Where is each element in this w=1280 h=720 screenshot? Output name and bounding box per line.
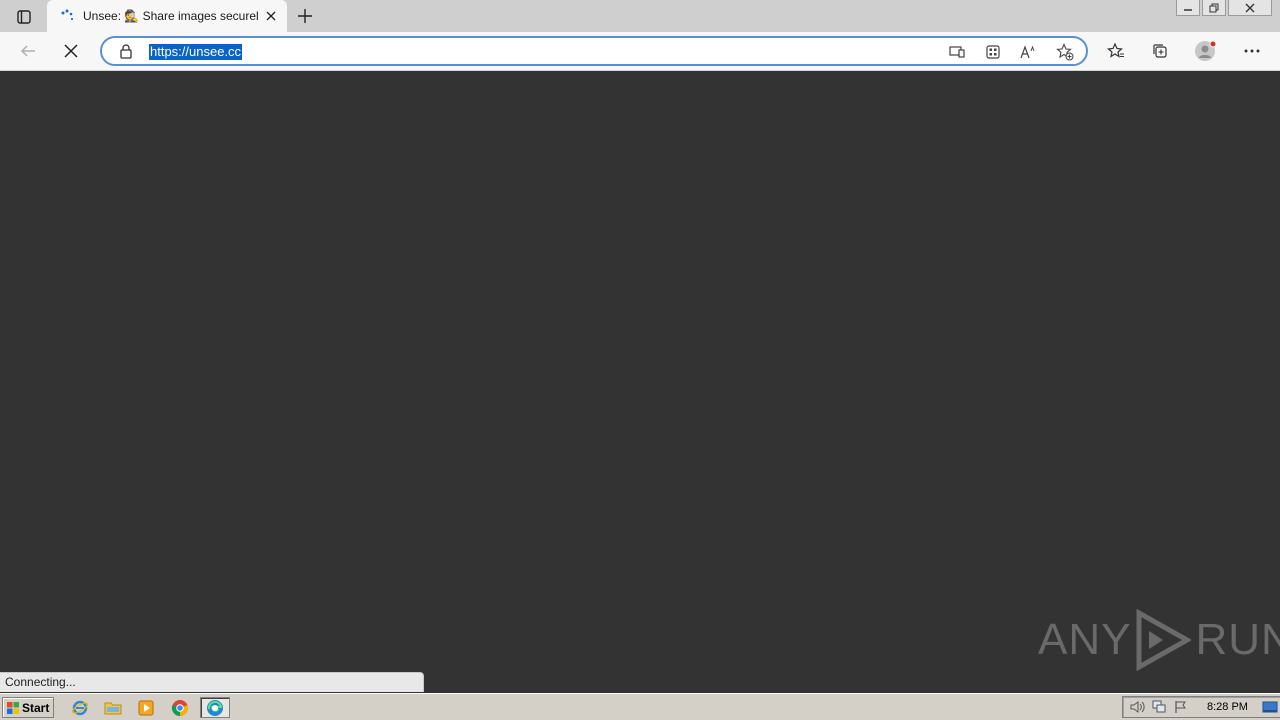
network-icon[interactable]: [1151, 699, 1167, 715]
media-player-icon: [138, 700, 154, 715]
internet-explorer-icon: [71, 700, 89, 715]
folder-icon: [104, 702, 122, 714]
close-window-button[interactable]: [1228, 0, 1272, 16]
minimize-icon: [1184, 8, 1192, 11]
lock-icon: [120, 44, 132, 59]
browser-tab[interactable]: Unsee: 🕵 Share images securely: [47, 0, 287, 32]
back-arrow-icon: [20, 45, 35, 57]
address-bar[interactable]: https://unsee.cc: [100, 36, 1088, 66]
settings-more-button[interactable]: [1237, 36, 1267, 66]
anyrun-watermark: ANY RUN: [1038, 608, 1280, 672]
close-icon: [1245, 3, 1255, 12]
plus-icon: [298, 9, 312, 23]
new-tab-button[interactable]: [292, 4, 318, 28]
edge-icon: [207, 699, 223, 716]
taskbar-chrome[interactable]: [168, 697, 192, 718]
favorites-button[interactable]: [1101, 36, 1131, 66]
status-bar: Connecting...: [0, 672, 424, 692]
chrome-icon: [171, 699, 189, 716]
more-icon: [1244, 49, 1260, 53]
read-aloud-icon[interactable]: [1020, 43, 1038, 61]
collections-icon: [1153, 44, 1167, 58]
restore-icon: [1209, 3, 1219, 12]
windows-logo-icon: [7, 701, 19, 714]
extensions-grid-icon[interactable]: [984, 43, 1002, 61]
taskbar-edge[interactable]: [200, 697, 230, 718]
window-controls: [1176, 0, 1272, 18]
stop-icon: [64, 44, 78, 58]
minimize-button[interactable]: [1176, 0, 1200, 16]
favorites-icon: [1107, 43, 1124, 58]
tab-strip: Unsee: 🕵 Share images securely: [0, 0, 1280, 32]
show-desktop-icon[interactable]: [1262, 699, 1278, 715]
taskbar-internet-explorer[interactable]: [68, 697, 92, 718]
watermark-text-left: ANY: [1038, 615, 1132, 664]
loading-spinner-icon: [59, 8, 75, 24]
start-button[interactable]: Start: [2, 697, 54, 718]
url-text[interactable]: https://unsee.cc: [149, 44, 243, 60]
back-button[interactable]: [13, 36, 43, 66]
app-available-icon[interactable]: [948, 43, 966, 61]
stop-loading-button[interactable]: [56, 36, 86, 66]
action-center-flag-icon[interactable]: [1173, 699, 1189, 715]
profile-button[interactable]: [1191, 36, 1221, 66]
tab-actions-icon: [17, 10, 31, 24]
taskbar-media-player[interactable]: [134, 697, 158, 718]
volume-icon[interactable]: [1129, 699, 1145, 715]
browser-toolbar: https://unsee.cc: [0, 32, 1280, 71]
tab-actions-button[interactable]: [8, 6, 40, 28]
start-label: Start: [22, 700, 50, 715]
clock[interactable]: 8:28 PM: [1207, 701, 1248, 713]
avatar: [1195, 40, 1217, 61]
collections-button[interactable]: [1145, 36, 1175, 66]
taskbar-file-explorer[interactable]: [101, 697, 125, 718]
play-logo-icon: [1136, 609, 1192, 671]
add-favorite-icon[interactable]: [1056, 43, 1074, 61]
restore-button[interactable]: [1202, 0, 1226, 16]
tab-title: Unsee: 🕵 Share images securely: [83, 9, 259, 23]
taskbar: Start 8:28 PM: [0, 693, 1280, 720]
watermark-text-right: RUN: [1195, 615, 1280, 664]
tab-close-button[interactable]: [259, 4, 283, 28]
system-tray: 8:28 PM: [1122, 696, 1280, 718]
page-content: [0, 71, 1280, 693]
close-icon: [266, 11, 276, 21]
